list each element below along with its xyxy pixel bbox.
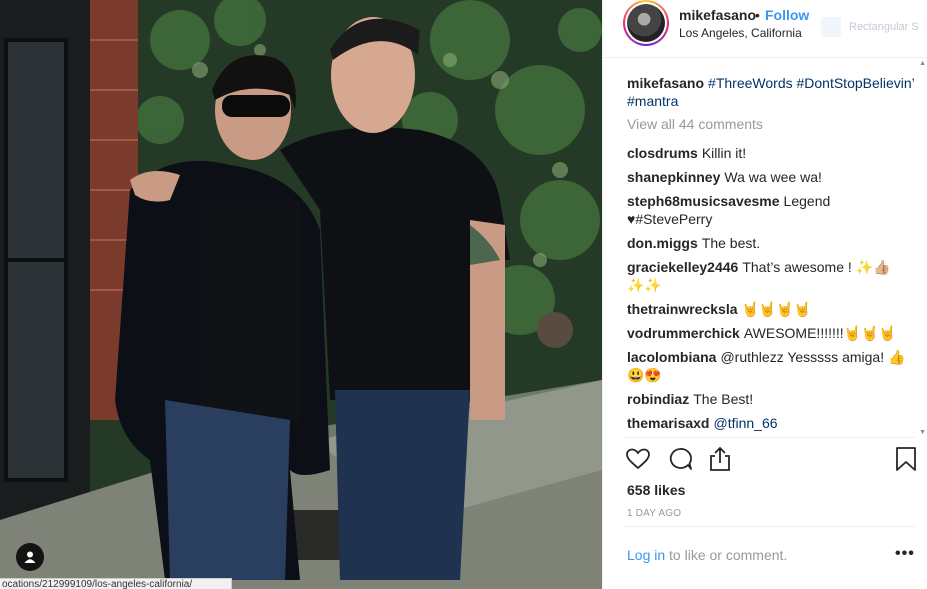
extension-icon <box>821 17 841 37</box>
comment-username[interactable]: graciekelley2446 <box>627 259 738 275</box>
comments-list[interactable]: mikefasano #ThreeWords #DontStopBelievin’… <box>627 74 917 436</box>
comment-item: lacolombiana @ruthlezz Yesssss amiga! 👍😃😍 <box>627 348 917 384</box>
comment-icon <box>669 448 692 470</box>
comment-item: robindiaz The Best! <box>627 390 917 408</box>
divider <box>623 437 915 438</box>
share-icon <box>710 446 730 471</box>
bookmark-icon <box>896 447 916 471</box>
post-header: mikefasano • Follow Los Angeles, Califor… <box>603 0 927 58</box>
comment-text: The best. <box>701 235 761 251</box>
caption: mikefasano #ThreeWords #DontStopBelievin’… <box>627 74 917 110</box>
comment-text: 🤘🤘🤘🤘 <box>741 301 812 317</box>
more-options-button[interactable]: ••• <box>895 545 915 563</box>
browser-extension-overlay[interactable]: Rectangular S <box>821 17 927 39</box>
likes-count[interactable]: 658 likes <box>627 482 685 498</box>
user-tag-button[interactable] <box>16 543 44 571</box>
comment-username[interactable]: thetrainwrecksla <box>627 301 738 317</box>
scroll-down-icon[interactable]: ▼ <box>919 429 926 436</box>
avatar-image <box>627 4 665 42</box>
header-username[interactable]: mikefasano <box>679 7 756 23</box>
login-prompt-text: to like or comment. <box>665 547 788 563</box>
comment-item: steph68musicsavesme Legend ♥#StevePerry <box>627 192 917 228</box>
comment-item: shanepkinney Wa wa wee wa! <box>627 168 917 186</box>
comment-username[interactable]: don.miggs <box>627 235 698 251</box>
photo-illustration <box>0 0 602 589</box>
comment-username[interactable]: closdrums <box>627 145 698 161</box>
follow-button[interactable]: Follow <box>765 7 809 23</box>
comment-username[interactable]: steph68musicsavesme <box>627 193 780 209</box>
comment-username[interactable]: vodrummerchick <box>627 325 740 341</box>
view-all-comments-link[interactable]: View all 44 comments <box>627 116 917 132</box>
like-button[interactable] <box>625 446 653 474</box>
comment-text: AWESOME!!!!!!!🤘🤘🤘 <box>743 325 896 341</box>
divider <box>623 526 915 527</box>
comment-text: Killin it! <box>701 145 747 161</box>
location-link[interactable]: Los Angeles, California <box>679 26 802 40</box>
comment-username[interactable]: robindiaz <box>627 391 689 407</box>
post-timestamp: 1 DAY AGO <box>627 508 682 519</box>
comment-item: closdrums Killin it! <box>627 144 917 162</box>
comment-button[interactable] <box>667 446 695 474</box>
login-link[interactable]: Log in <box>627 547 665 563</box>
login-prompt: Log in to like or comment. <box>627 547 787 563</box>
comment-text: Wa wa wee wa! <box>724 169 822 185</box>
comment-text: The Best! <box>693 391 754 407</box>
avatar[interactable] <box>623 0 669 46</box>
comment-username[interactable]: themarisaxd <box>627 415 709 431</box>
post-photo[interactable] <box>0 0 602 589</box>
comment-item: don.miggs The best. <box>627 234 917 252</box>
comment-text[interactable]: @tfinn_66 <box>713 415 777 431</box>
share-button[interactable] <box>707 446 735 474</box>
separator-dot: • <box>755 7 760 23</box>
comment-item: themarisaxd @tfinn_66 <box>627 414 917 432</box>
scroll-up-icon[interactable]: ▲ <box>919 60 926 67</box>
comment-item: graciekelley2446 That’s awesome ! ✨👍🏼✨✨ <box>627 258 917 294</box>
caption-username[interactable]: mikefasano <box>627 75 704 91</box>
comment-item: vodrummerchick AWESOME!!!!!!!🤘🤘🤘 <box>627 324 917 342</box>
action-bar <box>623 446 918 476</box>
heart-icon <box>626 448 650 470</box>
comments-scrollbar[interactable]: ▲ ▼ <box>917 60 927 436</box>
comment-username[interactable]: lacolombiana <box>627 349 716 365</box>
comment-username[interactable]: shanepkinney <box>627 169 720 185</box>
comment-item: thetrainwrecksla 🤘🤘🤘🤘 <box>627 300 917 318</box>
user-tag-icon <box>24 551 36 563</box>
save-button[interactable] <box>893 446 921 474</box>
post-side-panel: mikefasano • Follow Los Angeles, Califor… <box>602 0 927 589</box>
browser-status-bar: ocations/212999109/los-angeles-californi… <box>0 578 232 589</box>
extension-label: Rectangular S <box>849 20 919 33</box>
